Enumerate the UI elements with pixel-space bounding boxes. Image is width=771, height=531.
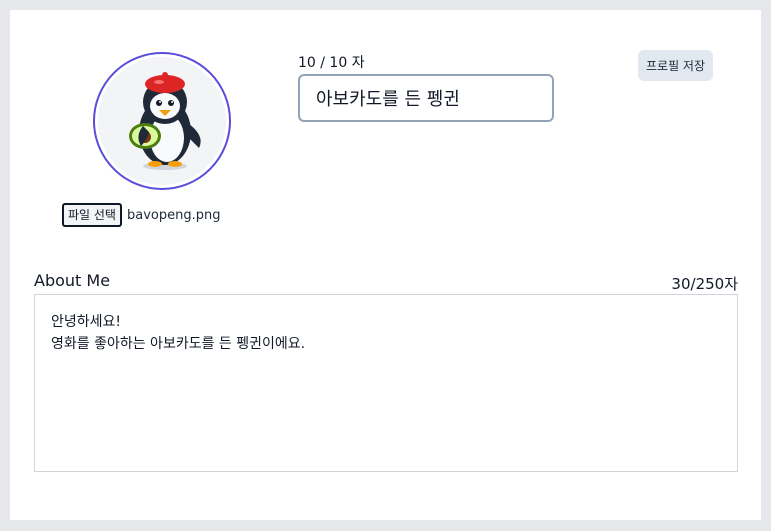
about-me-label: About Me: [34, 271, 111, 290]
choose-file-button[interactable]: 파일 선택: [62, 203, 122, 227]
profile-card: 파일 선택 bavopeng.png 10 / 10 자 프로필 저장 Abou…: [10, 10, 761, 520]
about-char-counter: 30/250자: [671, 275, 738, 293]
avatar-frame: [93, 52, 231, 190]
selected-file-name: bavopeng.png: [126, 207, 221, 223]
name-char-counter: 10 / 10 자: [298, 55, 365, 71]
save-profile-button[interactable]: 프로필 저장: [638, 50, 714, 81]
about-me-textarea[interactable]: 안녕하세요! 영화를 좋아하는 아보카도를 든 펭귄이에요.: [34, 294, 738, 472]
avatar: [98, 57, 226, 185]
penguin-avatar-icon: [129, 72, 201, 170]
file-picker: 파일 선택 bavopeng.png: [62, 203, 220, 227]
nickname-input[interactable]: [298, 74, 554, 122]
